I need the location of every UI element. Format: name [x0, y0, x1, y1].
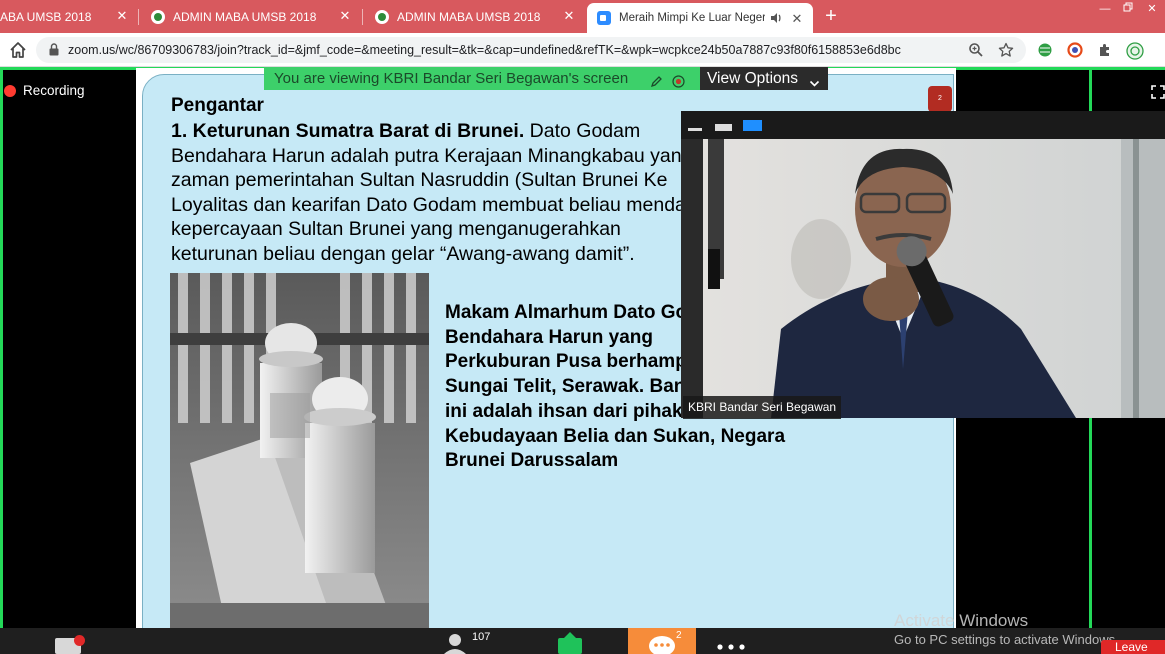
- extension-color-icon[interactable]: [1067, 42, 1083, 58]
- browser-tab-active[interactable]: Meraih Mimpi Ke Luar Neger ✕: [587, 3, 813, 33]
- chevron-down-icon: [809, 73, 820, 87]
- lock-icon[interactable]: [49, 43, 59, 56]
- shrink-video-icon[interactable]: [715, 124, 732, 131]
- more-options-icon[interactable]: [716, 628, 748, 654]
- browser-tab-strip: ABA UMSB 2018 ✕ ADMIN MABA UMSB 2018 ✕ A…: [0, 0, 1165, 33]
- leave-meeting-button[interactable]: Leave: [1101, 640, 1165, 654]
- tab-label: ADMIN MABA UMSB 2018: [397, 9, 541, 24]
- annotate-pen-icon[interactable]: [650, 72, 663, 88]
- alert-badge-icon: [74, 635, 85, 646]
- fullscreen-icon[interactable]: [1151, 85, 1165, 99]
- bookmark-star-icon[interactable]: [998, 42, 1014, 58]
- gallery-video-icon[interactable]: [743, 120, 762, 131]
- tab-label: ADMIN MABA UMSB 2018: [173, 9, 317, 24]
- tab-label: ABA UMSB 2018: [0, 9, 92, 24]
- tab-label: Meraih Mimpi Ke Luar Neger: [619, 12, 765, 24]
- floating-video-window[interactable]: KBRI Bandar Seri Begawan: [681, 111, 1165, 419]
- recording-status-icon: [672, 72, 685, 88]
- audio-playing-icon[interactable]: [769, 11, 783, 25]
- participant-video-feed: [681, 139, 1165, 418]
- zoom-meeting-area: Recording Pengantar 1. Keturunan Sumatra…: [0, 67, 1165, 654]
- minimize-icon[interactable]: —: [1093, 2, 1117, 16]
- paragraph-lead: 1. Keturunan Sumatra Barat di Brunei.: [171, 120, 525, 142]
- extension-globe-icon[interactable]: [1037, 42, 1053, 58]
- share-screen-button[interactable]: [555, 628, 585, 654]
- view-options-button[interactable]: View Options: [700, 67, 828, 90]
- recording-dot-icon: [4, 84, 16, 97]
- paragraph-line: Dato Godam: [529, 120, 641, 142]
- screen: ABA UMSB 2018 ✕ ADMIN MABA UMSB 2018 ✕ A…: [0, 0, 1165, 654]
- umsb-logo-icon: [151, 9, 165, 24]
- restore-icon[interactable]: [1116, 2, 1140, 16]
- zoom-page-icon[interactable]: [968, 42, 984, 58]
- home-icon[interactable]: [8, 40, 28, 60]
- recording-label: Recording: [23, 83, 85, 98]
- close-icon[interactable]: ✕: [561, 8, 577, 24]
- slide-title: Pengantar: [171, 95, 264, 116]
- close-icon[interactable]: ✕: [114, 8, 130, 24]
- watermark-title: Activate Windows: [894, 611, 1029, 630]
- url-omnibox[interactable]: zoom.us/wc/86709306783/join?track_id=&jm…: [36, 37, 1026, 63]
- window-close-icon[interactable]: ✕: [1140, 2, 1164, 16]
- security-button[interactable]: [52, 628, 92, 654]
- url-text[interactable]: zoom.us/wc/86709306783/join?track_id=&jm…: [68, 43, 988, 57]
- caption-line: Brunei Darussalam: [445, 450, 619, 472]
- new-tab-button[interactable]: +: [820, 5, 842, 27]
- zoom-logo-icon: [597, 11, 611, 25]
- close-icon[interactable]: ✕: [337, 8, 353, 24]
- slide-page-badge: 2: [928, 86, 952, 112]
- participants-count: 107: [472, 631, 491, 643]
- caption-line: Kebudayaan Belia dan Sukan, Negara: [445, 425, 786, 447]
- browser-tab-2[interactable]: ADMIN MABA UMSB 2018 ✕: [139, 0, 361, 33]
- close-icon[interactable]: ✕: [789, 11, 805, 27]
- umsb-logo-icon: [375, 9, 389, 24]
- video-window-toolbar: [681, 111, 1165, 139]
- tomb-photo: [170, 273, 429, 628]
- active-speaker-border: [0, 67, 3, 628]
- participant-name-tag: KBRI Bandar Seri Begawan: [683, 396, 842, 419]
- viewing-banner-text: You are viewing KBRI Bandar Seri Begawan…: [274, 70, 629, 87]
- browser-tab-1[interactable]: ABA UMSB 2018 ✕: [0, 0, 138, 33]
- browser-tab-3[interactable]: ADMIN MABA UMSB 2018 ✕: [363, 0, 585, 33]
- participants-button[interactable]: 107: [440, 628, 500, 654]
- windows-activation-watermark: Activate Windows Go to PC settings to ac…: [894, 611, 1119, 648]
- view-options-label: View Options: [707, 70, 799, 87]
- extensions-puzzle-icon[interactable]: [1097, 42, 1113, 58]
- minimize-video-icon[interactable]: [688, 128, 702, 131]
- address-bar: zoom.us/wc/86709306783/join?track_id=&jm…: [0, 33, 1165, 67]
- watermark-subtitle: Go to PC settings to activate Windows.: [894, 632, 1119, 647]
- viewing-screen-banner: You are viewing KBRI Bandar Seri Begawan…: [264, 67, 700, 90]
- recording-indicator[interactable]: Recording: [4, 83, 85, 98]
- chat-count: 2: [676, 630, 682, 641]
- profile-avatar-icon[interactable]: [1126, 42, 1144, 60]
- chat-button[interactable]: 2: [645, 628, 685, 654]
